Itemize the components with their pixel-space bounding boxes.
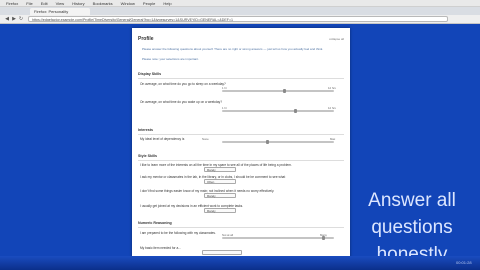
video-timestamp: 00:01:28: [456, 260, 472, 265]
video-bottom-bar: [0, 256, 480, 270]
question-slider[interactable]: [222, 109, 334, 113]
menu-item[interactable]: Bookmarks: [93, 1, 113, 6]
question-label: My ideal level of dependency is: [140, 137, 185, 141]
forward-icon[interactable]: ▶: [11, 16, 17, 22]
url-input[interactable]: https://edgefactor.example.com/Profile/T…: [28, 16, 448, 22]
page-title: Profile: [138, 36, 154, 42]
answer-select[interactable]: Rarely: [204, 167, 236, 172]
slider-thumb[interactable]: [282, 89, 286, 93]
slider-min-label: 1 hr: [222, 106, 227, 110]
menu-item[interactable]: Help: [163, 1, 171, 6]
question-label: I am prepared to be the following with m…: [140, 231, 216, 235]
viewport: Profile collapse all Please answer the f…: [0, 24, 480, 270]
menu-item[interactable]: File: [26, 1, 32, 6]
section-heading: Display Skills: [138, 72, 162, 76]
slider-min-label: Not at all: [222, 233, 234, 237]
survey-page: Profile collapse all Please answer the f…: [132, 28, 350, 270]
slider-max-label: Many: [320, 233, 327, 237]
tab-bar: Firefox: Personality: [0, 7, 480, 15]
menu-item[interactable]: People: [143, 1, 155, 6]
question-slider[interactable]: [222, 140, 334, 144]
section-heading: Numeric Reasoning: [138, 221, 172, 225]
answer-select[interactable]: Often: [204, 179, 236, 184]
slider-min-label: None: [202, 137, 209, 141]
browser-tab[interactable]: Firefox: Personality: [30, 8, 90, 15]
caption-line: Answer all: [368, 190, 456, 211]
menu-item[interactable]: Firefox: [6, 1, 18, 6]
question-label: On average, on what time do you wake up …: [140, 100, 223, 104]
answer-select[interactable]: [202, 250, 242, 255]
reload-icon[interactable]: ↻: [18, 16, 24, 22]
collapse-link[interactable]: collapse all: [329, 37, 344, 41]
menu-item[interactable]: History: [72, 1, 84, 6]
slider-thumb[interactable]: [265, 140, 269, 144]
answer-select[interactable]: Rarely: [204, 208, 236, 213]
slider-thumb[interactable]: [293, 109, 297, 113]
slider-min-label: 1 hr: [222, 86, 227, 90]
question-slider[interactable]: [222, 236, 334, 240]
back-icon[interactable]: ◀: [4, 16, 10, 22]
question-label: My basic item needed for a...: [140, 246, 181, 250]
section-heading: Interests: [138, 128, 153, 132]
slider-max-label: 12 hrs: [328, 86, 336, 90]
mac-menubar: Firefox File Edit View History Bookmarks…: [0, 0, 480, 7]
note-text: Please note: your selections are importa…: [142, 57, 199, 61]
divider: [138, 78, 344, 79]
divider: [138, 227, 344, 228]
address-bar-row: ◀ ▶ ↻ https://edgefactor.example.com/Pro…: [0, 15, 480, 24]
intro-text: Please answer the following questions ab…: [142, 47, 324, 51]
divider: [138, 160, 344, 161]
menu-item[interactable]: Window: [121, 1, 135, 6]
divider: [138, 134, 344, 135]
caption-line: questions: [371, 217, 453, 238]
menu-item[interactable]: View: [56, 1, 65, 6]
slider-max-label: 12 hrs: [328, 106, 336, 110]
slider-max-label: Max: [330, 137, 336, 141]
menu-item[interactable]: Edit: [41, 1, 48, 6]
question-slider[interactable]: [222, 89, 334, 93]
section-heading: Style Skills: [138, 154, 157, 158]
answer-select[interactable]: Rarely: [204, 193, 236, 198]
question-label: On average, on what time do you go to sl…: [140, 82, 226, 86]
